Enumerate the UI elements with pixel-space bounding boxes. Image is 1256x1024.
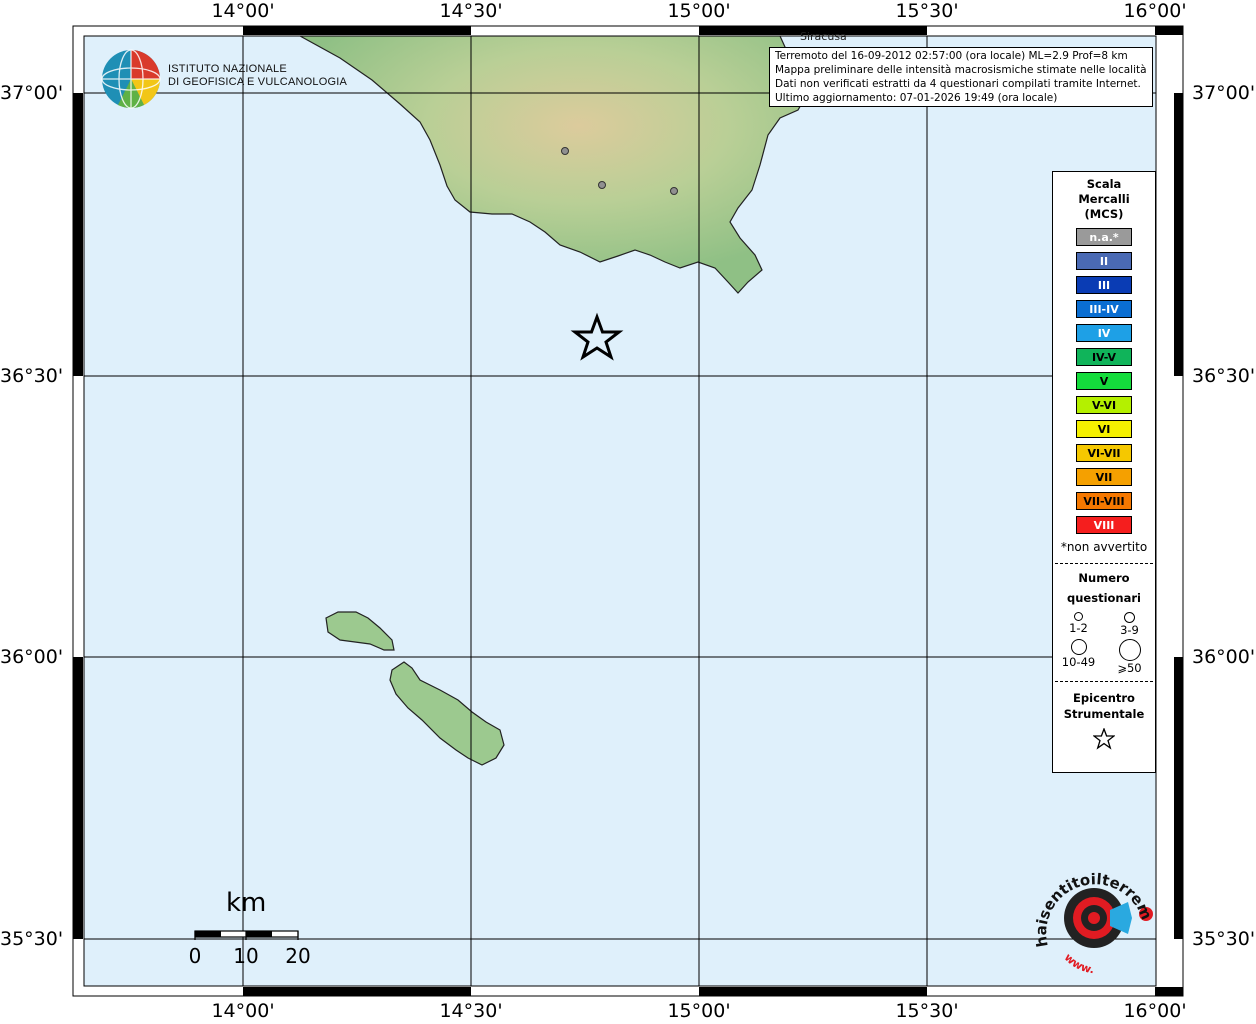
- count-title: questionari: [1067, 591, 1141, 605]
- scale-bar: km 0 10 20: [186, 888, 316, 978]
- ingv-logo[interactable]: ISTITUTO NAZIONALE DI GEOFISICA E VULCAN…: [100, 48, 347, 110]
- lon-label-top: 15°30': [895, 0, 959, 22]
- info-line-update: Ultimo aggiornamento: 07-01-2026 19:49 (…: [775, 92, 1058, 104]
- locality-marker[interactable]: [561, 147, 569, 155]
- lat-label-right: 36°00': [1192, 646, 1256, 668]
- intensity-swatch: VIII: [1076, 516, 1132, 534]
- star-icon: [1092, 727, 1116, 750]
- globe-icon: [101, 49, 161, 109]
- intensity-swatch: n.a.*: [1076, 228, 1132, 246]
- count-classes: 1-2 3-9 10-49 ⩾50: [1053, 612, 1155, 675]
- not-felt-note: *non avvertito: [1060, 540, 1148, 554]
- info-line-map: Mappa preliminare delle intensità macros…: [775, 64, 1147, 76]
- intensity-swatch: V-VI: [1076, 396, 1132, 414]
- locality-marker[interactable]: [670, 187, 678, 195]
- ingv-line1: ISTITUTO NAZIONALE: [168, 63, 287, 75]
- intensity-swatch: VII: [1076, 468, 1132, 486]
- lon-label-top: 14°00': [211, 0, 275, 22]
- earthquake-info-box: Terremoto del 16-09-2012 02:57:00 (ora l…: [769, 47, 1153, 107]
- intensity-swatch: II: [1076, 252, 1132, 270]
- city-label-siracusa: Siracusa: [800, 30, 847, 43]
- intensity-swatch: V: [1076, 372, 1132, 390]
- legend-title: Mercalli: [1078, 192, 1130, 206]
- lon-label-top: 16°00': [1123, 0, 1187, 22]
- circle-small-icon: [1074, 612, 1083, 621]
- info-line-event: Terremoto del 16-09-2012 02:57:00 (ora l…: [775, 50, 1128, 62]
- count-title: Numero: [1078, 571, 1130, 585]
- count-class-item: 1-2: [1053, 612, 1104, 637]
- circle-large-icon: [1070, 639, 1087, 655]
- scale-tick-label: 20: [285, 944, 311, 968]
- lon-label-bottom: 15°30': [895, 1000, 959, 1022]
- seismic-target-icon: haisentitoilterremoto.it www.: [1029, 844, 1156, 976]
- count-class-item: 10-49: [1053, 639, 1104, 675]
- lon-label-top: 14°30': [439, 0, 503, 22]
- lon-label-top: 15°00': [667, 0, 731, 22]
- intensity-swatch: VI-VII: [1076, 444, 1132, 462]
- lon-label-bottom: 14°00': [211, 1000, 275, 1022]
- haisentito-www: www.: [1062, 951, 1095, 976]
- intensity-swatch: III: [1076, 276, 1132, 294]
- ingv-logo-text: ISTITUTO NAZIONALE DI GEOFISICA E VULCAN…: [168, 63, 347, 89]
- circle-xlarge-icon: [1118, 639, 1141, 661]
- locality-marker[interactable]: [598, 181, 606, 189]
- lat-label-left: 35°30': [0, 928, 64, 950]
- intensity-swatch: III-IV: [1076, 300, 1132, 318]
- haisentito-logo[interactable]: haisentitoilterremoto.it www.: [1029, 844, 1164, 978]
- count-class-item: 3-9: [1104, 612, 1155, 637]
- lat-label-right: 35°30': [1192, 928, 1256, 950]
- count-class-item: ⩾50: [1104, 639, 1155, 675]
- lon-label-bottom: 16°00': [1123, 1000, 1187, 1022]
- lat-label-left: 36°30': [0, 365, 64, 387]
- legend-title: Scala: [1086, 177, 1122, 191]
- intensity-swatch: VII-VIII: [1076, 492, 1132, 510]
- intensity-swatch: IV: [1076, 324, 1132, 342]
- lon-label-bottom: 15°00': [667, 1000, 731, 1022]
- scale-tick-label: 10: [233, 944, 259, 968]
- lat-label-right: 37°00': [1192, 82, 1256, 104]
- scale-unit: km: [226, 888, 267, 918]
- info-line-data: Dati non verificati estratti da 4 questi…: [775, 78, 1141, 90]
- intensity-swatches: n.a.* II III III-IV IV IV-V V V-VI VI VI-VII VII VI…: [1053, 228, 1155, 534]
- ingv-line2: DI GEOFISICA E VULCANOLOGIA: [168, 76, 347, 88]
- lat-label-left: 37°00': [0, 82, 64, 104]
- circle-medium-icon: [1124, 612, 1135, 623]
- svg-text:www.: www.: [1062, 951, 1095, 976]
- scale-tick-label: 0: [188, 944, 202, 968]
- lon-label-bottom: 14°30': [439, 1000, 503, 1022]
- lat-label-left: 36°00': [0, 646, 64, 668]
- legend-title: (MCS): [1084, 207, 1124, 221]
- intensity-swatch: IV-V: [1076, 348, 1132, 366]
- epicenter-title: Strumentale: [1063, 707, 1145, 721]
- legend-panel: Scala Mercalli (MCS) n.a.* II III III-IV IV I…: [1052, 171, 1156, 773]
- lat-label-right: 36°30': [1192, 365, 1256, 387]
- epicenter-title: Epicentro: [1073, 691, 1135, 705]
- intensity-swatch: VI: [1076, 420, 1132, 438]
